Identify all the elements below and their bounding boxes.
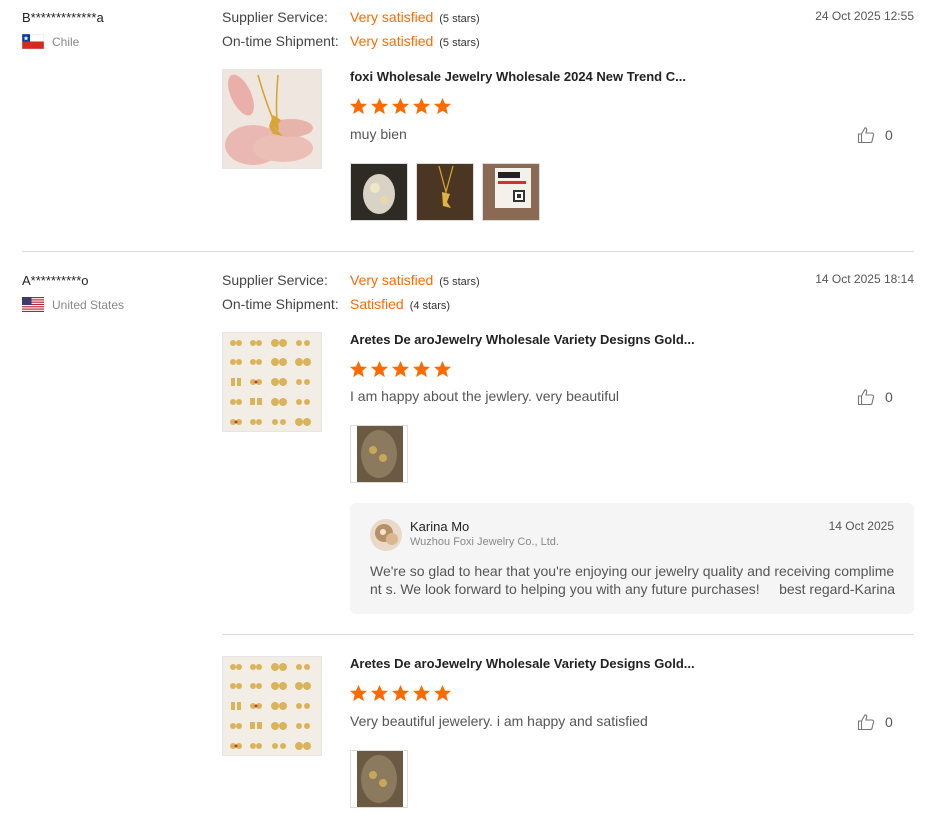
review-text: I am happy about the jewlery. very beaut… — [350, 388, 620, 404]
shipment-rating-word: Very satisfied — [350, 33, 434, 49]
product-image[interactable] — [222, 656, 322, 756]
star-icon — [349, 360, 368, 378]
product-title[interactable]: Aretes De aroJewelry Wholesale Variety D… — [350, 656, 695, 671]
shipment-rating-word: Satisfied — [350, 296, 404, 312]
rating-stars — [349, 97, 452, 116]
supplier-service-rating: Very satisfied (5 stars) — [350, 272, 480, 290]
star-icon — [391, 97, 410, 115]
star-icon — [349, 97, 368, 115]
product-title[interactable]: Aretes De aroJewelry Wholesale Variety D… — [350, 332, 695, 347]
like-button[interactable]: 0 — [857, 713, 893, 731]
supplier-stars-count: (5 stars) — [439, 276, 480, 288]
thumbs-up-icon — [857, 714, 875, 731]
star-icon — [412, 684, 431, 702]
review-date: 24 Oct 2025 12:55 — [815, 9, 914, 23]
star-icon — [433, 97, 452, 115]
buyer-name: A**********o — [22, 273, 89, 288]
shipment-rating: Satisfied (4 stars) — [350, 296, 450, 314]
chile-flag-icon — [22, 34, 44, 49]
reply-author-company: Wuzhou Foxi Jewelry Co., Ltd. — [410, 536, 559, 548]
supplier-rating-word: Very satisfied — [350, 9, 434, 25]
product-image[interactable] — [222, 332, 322, 432]
divider — [222, 634, 914, 635]
star-icon — [370, 684, 389, 702]
review-text: muy bien — [350, 126, 407, 142]
review-photo[interactable] — [482, 163, 540, 221]
review-photo[interactable] — [350, 750, 408, 808]
us-flag-icon — [22, 297, 44, 312]
star-icon — [391, 360, 410, 378]
review-date: 14 Oct 2025 18:14 — [815, 272, 914, 286]
shipment-label: On-time Shipment: — [222, 296, 339, 312]
product-image[interactable] — [222, 69, 322, 169]
star-icon — [370, 97, 389, 115]
shipment-rating: Very satisfied (5 stars) — [350, 33, 480, 51]
buyer-name: B*************a — [22, 10, 104, 25]
buyer-country: Chile — [22, 34, 79, 49]
country-name: Chile — [52, 34, 80, 49]
shipment-label: On-time Shipment: — [222, 33, 339, 49]
review-text: Very beautiful jewelery. i am happy and … — [350, 713, 648, 729]
supplier-service-label: Supplier Service: — [222, 272, 328, 288]
like-count: 0 — [885, 714, 893, 730]
product-title[interactable]: foxi Wholesale Jewelry Wholesale 2024 Ne… — [350, 69, 686, 84]
rating-stars — [349, 360, 452, 379]
star-icon — [433, 360, 452, 378]
rating-stars — [349, 684, 452, 703]
supplier-service-rating: Very satisfied (5 stars) — [350, 9, 480, 27]
star-icon — [391, 684, 410, 702]
avatar — [370, 519, 402, 551]
supplier-rating-word: Very satisfied — [350, 272, 434, 288]
like-button[interactable]: 0 — [857, 388, 893, 406]
star-icon — [433, 684, 452, 702]
reply-author-name: Karina Mo — [410, 519, 470, 534]
like-button[interactable]: 0 — [857, 126, 893, 144]
star-icon — [370, 360, 389, 378]
buyer-country: United States — [22, 297, 124, 312]
supplier-service-label: Supplier Service: — [222, 9, 328, 25]
reply-date: 14 Oct 2025 — [828, 519, 894, 533]
star-icon — [412, 360, 431, 378]
supplier-stars-count: (5 stars) — [439, 13, 480, 25]
like-count: 0 — [885, 389, 893, 405]
thumbs-up-icon — [857, 127, 875, 144]
country-name: United States — [52, 297, 125, 312]
review-photo[interactable] — [350, 163, 408, 221]
supplier-reply: Karina Mo Wuzhou Foxi Jewelry Co., Ltd. … — [350, 503, 914, 614]
thumbs-up-icon — [857, 389, 875, 406]
reply-text: We're so glad to hear that you're enjoyi… — [370, 563, 896, 597]
star-icon — [412, 97, 431, 115]
review-photo[interactable] — [416, 163, 474, 221]
review-photo[interactable] — [350, 425, 408, 483]
star-icon — [349, 684, 368, 702]
divider — [22, 251, 914, 252]
shipment-stars-count: (5 stars) — [439, 37, 480, 49]
like-count: 0 — [885, 127, 893, 143]
shipment-stars-count: (4 stars) — [409, 300, 451, 312]
